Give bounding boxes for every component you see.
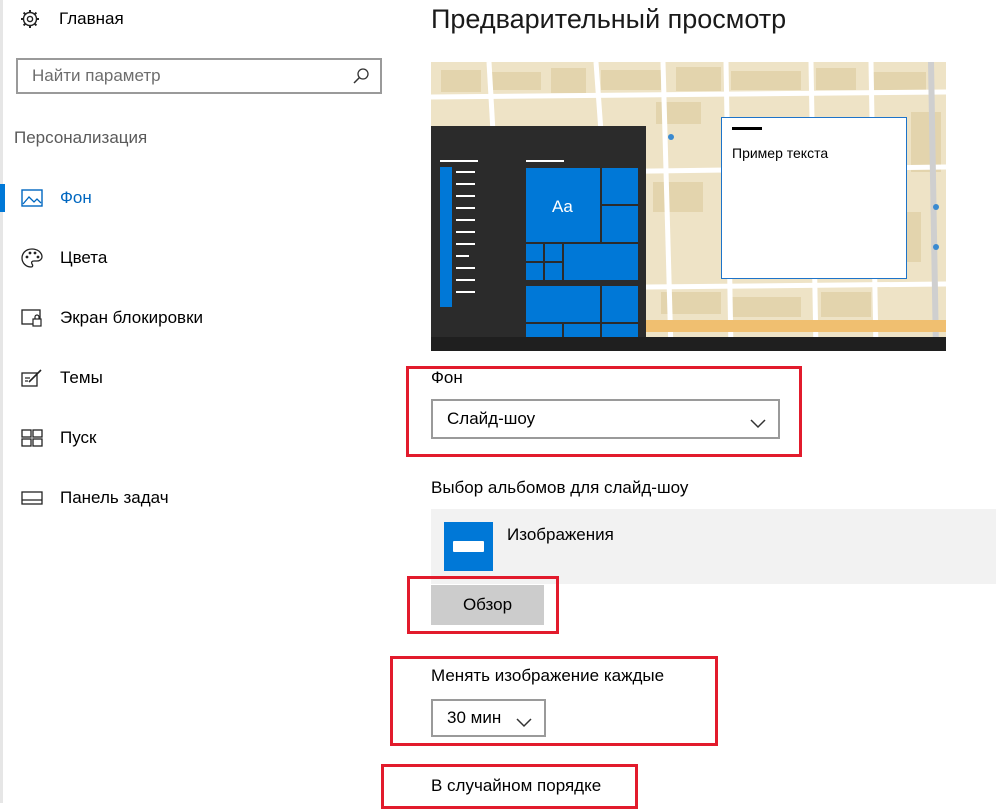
sidebar-item-label: Панель задач (60, 488, 169, 507)
search-placeholder: Найти параметр (32, 66, 161, 85)
interval-label: Менять изображение каждые (431, 666, 665, 685)
palette-icon (20, 247, 44, 269)
preview-taskbar (431, 337, 946, 351)
sidebar-item-start[interactable]: Пуск (0, 418, 396, 458)
sample-window-titlebar (732, 127, 762, 130)
start-menu-preview: Aa (431, 126, 646, 337)
chevron-down-icon (516, 713, 532, 728)
search-icon[interactable] (352, 67, 370, 85)
themes-icon (20, 367, 44, 389)
lock-screen-icon (20, 307, 44, 329)
sidebar-item-themes[interactable]: Темы (0, 358, 396, 398)
sidebar-item-label: Фон (60, 188, 92, 207)
shuffle-label: В случайном порядке (431, 776, 602, 795)
sample-text: Пример текста (732, 145, 829, 161)
sample-window-preview: Пример текста (721, 117, 907, 279)
sidebar-item-label: Экран блокировки (60, 308, 204, 327)
taskbar-icon (20, 487, 44, 509)
home-link[interactable]: Главная (20, 6, 124, 32)
sidebar-item-label: Пуск (60, 428, 97, 447)
background-type-value: Слайд-шоу (447, 409, 536, 428)
start-tiles-graphic (440, 160, 638, 337)
window-left-edge (0, 0, 3, 803)
sidebar-item-lock-screen[interactable]: Экран блокировки (0, 298, 396, 338)
background-label: Фон (431, 368, 463, 387)
sidebar-item-label: Темы (60, 368, 103, 387)
picture-icon (20, 187, 44, 209)
active-indicator (0, 184, 5, 212)
tile-text: Aa (552, 197, 573, 216)
home-label: Главная (59, 9, 124, 28)
pictures-folder-icon (453, 541, 484, 552)
sidebar-item-colors[interactable]: Цвета (0, 238, 396, 278)
interval-dropdown[interactable]: 30 мин (431, 699, 546, 737)
album-folder-tile (444, 522, 493, 571)
albums-label: Выбор альбомов для слайд-шоу (431, 478, 689, 497)
sidebar-item-taskbar[interactable]: Панель задач (0, 478, 396, 518)
search-input[interactable]: Найти параметр (16, 58, 382, 94)
background-preview: Aa Пример текста (431, 62, 946, 351)
interval-value: 30 мин (447, 708, 502, 727)
start-icon (20, 427, 44, 449)
album-item[interactable]: Изображения (431, 509, 996, 584)
section-title: Персонализация (14, 128, 148, 147)
sidebar-item-label: Цвета (60, 248, 108, 267)
browse-button[interactable]: Обзор (431, 585, 544, 625)
album-name: Изображения (507, 525, 614, 544)
chevron-down-icon (750, 414, 766, 429)
page-title: Предварительный просмотр (431, 4, 787, 34)
gear-icon (20, 9, 40, 29)
sidebar-item-background[interactable]: Фон (0, 178, 396, 218)
background-type-dropdown[interactable]: Слайд-шоу (431, 399, 780, 439)
